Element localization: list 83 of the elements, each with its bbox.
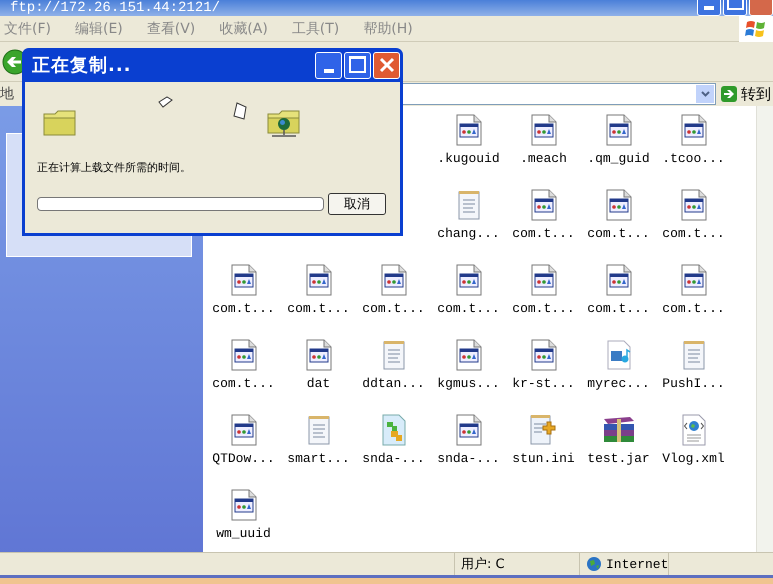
file-name[interactable]: wm_uuid <box>216 526 271 541</box>
file-name[interactable]: com.t... <box>512 301 575 316</box>
application-file-icon[interactable] <box>306 264 332 296</box>
close-button[interactable] <box>373 52 400 78</box>
file-name[interactable]: com.t... <box>287 301 350 316</box>
file-name[interactable]: QTDow... <box>212 451 275 466</box>
chevron-down-icon <box>700 91 710 97</box>
application-file-icon[interactable] <box>456 264 482 296</box>
file-name[interactable]: .meach <box>520 151 567 166</box>
cancel-button[interactable]: 取消 <box>328 193 386 215</box>
globe-icon <box>586 556 602 572</box>
file-name[interactable]: com.t... <box>662 226 725 241</box>
application-file-icon[interactable] <box>230 414 256 446</box>
window-title: ftp://172.26.151.44:2121/ <box>10 0 220 16</box>
arrow-right-icon <box>720 85 738 103</box>
folder-icon <box>43 108 77 136</box>
zone-label: Internet <box>606 556 668 572</box>
file-name[interactable]: com.t... <box>662 301 725 316</box>
address-label: 地 <box>0 85 15 103</box>
application-file-icon[interactable] <box>680 114 706 146</box>
file-name[interactable]: com.t... <box>212 301 275 316</box>
media-file-icon[interactable] <box>606 339 632 371</box>
application-file-icon[interactable] <box>456 114 482 146</box>
file-name[interactable]: com.t... <box>362 301 425 316</box>
file-name[interactable]: test.jar <box>587 451 650 466</box>
maximize-button[interactable] <box>344 52 371 78</box>
file-name[interactable]: kgmus... <box>437 376 500 391</box>
application-file-icon[interactable] <box>230 339 256 371</box>
file-name[interactable]: snda-... <box>362 451 425 466</box>
application-file-icon[interactable] <box>456 339 482 371</box>
file-name[interactable]: com.t... <box>587 301 650 316</box>
application-file-icon[interactable] <box>230 489 256 521</box>
puzzle-file-icon[interactable] <box>380 414 406 446</box>
maximize-button[interactable] <box>723 0 747 16</box>
minimize-button[interactable] <box>315 52 342 78</box>
file-name[interactable]: Vlog.xml <box>662 451 725 466</box>
web-document-icon[interactable] <box>680 414 706 446</box>
application-file-icon[interactable] <box>680 264 706 296</box>
file-name[interactable]: .kugouid <box>437 151 500 166</box>
file-name[interactable]: .tcoo... <box>662 151 725 166</box>
file-name[interactable]: com.t... <box>212 376 275 391</box>
settings-file-icon[interactable] <box>528 414 558 446</box>
close-icon <box>378 56 396 74</box>
application-file-icon[interactable] <box>606 114 632 146</box>
file-name[interactable]: dat <box>306 376 330 391</box>
file-name[interactable]: com.t... <box>512 226 575 241</box>
application-file-icon[interactable] <box>680 189 706 221</box>
file-name[interactable]: myrec... <box>587 376 650 391</box>
windows-logo-icon <box>739 16 773 42</box>
application-file-icon[interactable] <box>530 114 556 146</box>
paper-icon <box>157 96 173 108</box>
application-file-icon[interactable] <box>530 264 556 296</box>
status-message: 正在计算上载文件所需的时间。 <box>37 160 192 175</box>
dialog-title: 正在复制... <box>32 54 133 77</box>
paper-icon <box>233 102 249 120</box>
application-file-icon[interactable] <box>306 339 332 371</box>
notepad-file-icon[interactable] <box>382 339 404 371</box>
application-file-icon[interactable] <box>530 189 556 221</box>
notepad-file-icon[interactable] <box>682 339 704 371</box>
file-name[interactable]: chang... <box>437 226 500 241</box>
file-name[interactable]: com.t... <box>587 226 650 241</box>
network-folder-icon <box>267 108 301 140</box>
file-name[interactable]: smart... <box>287 451 350 466</box>
application-file-icon[interactable] <box>530 339 556 371</box>
file-name[interactable]: stun.ini <box>512 451 575 466</box>
notepad-file-icon[interactable] <box>308 414 330 446</box>
file-name[interactable]: ddtan... <box>362 376 425 391</box>
notepad-file-icon[interactable] <box>458 189 480 221</box>
scroll-bar[interactable] <box>756 106 773 552</box>
application-file-icon[interactable] <box>380 264 406 296</box>
file-name[interactable]: snda-... <box>437 451 500 466</box>
application-file-icon[interactable] <box>606 264 632 296</box>
file-name[interactable]: com.t... <box>437 301 500 316</box>
file-name[interactable]: kr-st... <box>512 376 575 391</box>
minimize-button[interactable] <box>697 0 721 16</box>
dropdown-button[interactable] <box>696 85 714 103</box>
close-button[interactable] <box>749 0 773 16</box>
file-name[interactable]: PushI... <box>662 376 725 391</box>
file-name[interactable]: .qm_guid <box>587 151 650 166</box>
application-file-icon[interactable] <box>606 189 632 221</box>
application-file-icon[interactable] <box>230 264 256 296</box>
application-file-icon[interactable] <box>456 414 482 446</box>
go-button[interactable]: 转到 <box>720 84 773 104</box>
